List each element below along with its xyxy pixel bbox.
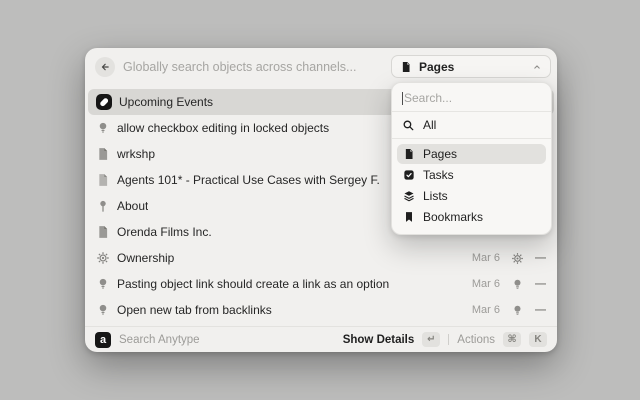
menu-item-label: Bookmarks bbox=[423, 210, 484, 224]
page-icon bbox=[402, 61, 410, 72]
page-gray-icon bbox=[96, 173, 110, 187]
result-date: Mar 6 bbox=[471, 278, 500, 290]
result-title: Pasting object link should create a link… bbox=[117, 277, 390, 291]
back-button[interactable] bbox=[95, 57, 115, 77]
cmd-key-badge: ⌘ bbox=[503, 332, 521, 347]
empty-value-dash: — bbox=[535, 303, 546, 316]
show-details-button[interactable]: Show Details bbox=[343, 334, 415, 346]
result-date: Mar 6 bbox=[471, 304, 500, 316]
result-date: Mar 6 bbox=[471, 252, 500, 264]
lightbulb-icon bbox=[96, 121, 110, 135]
anytype-logo-icon: a bbox=[95, 331, 111, 348]
page-icon bbox=[405, 148, 413, 160]
bookmark-icon bbox=[406, 212, 412, 222]
result-title: Open new tab from backlinks bbox=[117, 303, 272, 317]
menu-item-label: Tasks bbox=[423, 168, 454, 182]
search-bar: Globally search objects across channels.… bbox=[85, 48, 557, 86]
result-title: Ownership bbox=[117, 251, 175, 265]
result-meta: Mar 6 — bbox=[472, 278, 546, 291]
menu-item-bookmarks[interactable]: Bookmarks bbox=[397, 207, 546, 227]
gear-icon bbox=[96, 251, 110, 265]
lightbulb-icon bbox=[96, 303, 110, 317]
arrow-left-icon bbox=[101, 63, 109, 71]
text-cursor bbox=[402, 91, 403, 105]
enter-key-badge: ↵ bbox=[422, 332, 441, 347]
global-search-input[interactable]: Globally search objects across channels.… bbox=[123, 60, 356, 74]
menu-item-pages[interactable]: Pages bbox=[397, 144, 546, 164]
type-filter-button[interactable]: Pages bbox=[391, 55, 551, 78]
result-meta: Mar 6 — bbox=[472, 304, 546, 317]
page-gray-icon bbox=[96, 225, 110, 239]
empty-value-dash: — bbox=[535, 251, 546, 264]
actions-button[interactable]: Actions bbox=[457, 334, 495, 346]
result-meta: Mar 6 — bbox=[472, 252, 546, 265]
result-title: Upcoming Events bbox=[119, 95, 214, 109]
result-title: Orenda Films Inc. bbox=[117, 225, 212, 239]
result-title: About bbox=[117, 199, 149, 213]
chevron-up-icon bbox=[534, 64, 540, 69]
type-filter-menu: Search... All Pages Tasks Lists Bookmark… bbox=[391, 82, 552, 235]
type-filter-value: Pages bbox=[419, 59, 455, 74]
result-title: allow checkbox editing in locked objects bbox=[117, 121, 330, 135]
result-row[interactable]: Pasting object link should create a link… bbox=[88, 271, 554, 297]
space-icon bbox=[96, 94, 112, 110]
divider bbox=[448, 334, 450, 345]
footer-bar: a Search Anytype Show Details ↵ Actions … bbox=[85, 326, 557, 352]
menu-item-all[interactable]: All bbox=[392, 112, 551, 138]
page-gray-icon bbox=[96, 147, 110, 161]
lightbulb-icon bbox=[96, 277, 110, 291]
search-window: Globally search objects across channels.… bbox=[85, 48, 557, 352]
result-title: wrkshp bbox=[117, 147, 156, 161]
search-icon bbox=[403, 120, 414, 130]
menu-item-tasks[interactable]: Tasks bbox=[397, 165, 546, 185]
desktop: Globally search objects across channels.… bbox=[0, 0, 640, 400]
pin-icon bbox=[96, 199, 110, 213]
lightbulb-icon bbox=[511, 304, 524, 317]
menu-type-group: Pages Tasks Lists Bookmarks bbox=[392, 139, 551, 227]
result-title: Agents 101* - Practical Use Cases with S… bbox=[117, 173, 380, 187]
footer-app-label: Search Anytype bbox=[119, 333, 200, 346]
lightbulb-icon bbox=[511, 278, 524, 291]
menu-item-label: Pages bbox=[423, 147, 458, 161]
k-key-badge: K bbox=[529, 332, 547, 347]
task-checkbox-icon bbox=[404, 170, 414, 180]
menu-item-label: All bbox=[423, 118, 437, 132]
menu-item-label: Lists bbox=[423, 189, 448, 203]
menu-search-input[interactable]: Search... bbox=[392, 83, 551, 111]
result-row[interactable]: Open new tab from backlinks Mar 6 — bbox=[88, 297, 554, 323]
menu-item-lists[interactable]: Lists bbox=[397, 186, 546, 206]
empty-value-dash: — bbox=[535, 277, 546, 290]
result-row[interactable]: Ownership Mar 6 — bbox=[88, 245, 554, 271]
gear-icon bbox=[511, 252, 524, 265]
layers-icon bbox=[404, 191, 414, 202]
